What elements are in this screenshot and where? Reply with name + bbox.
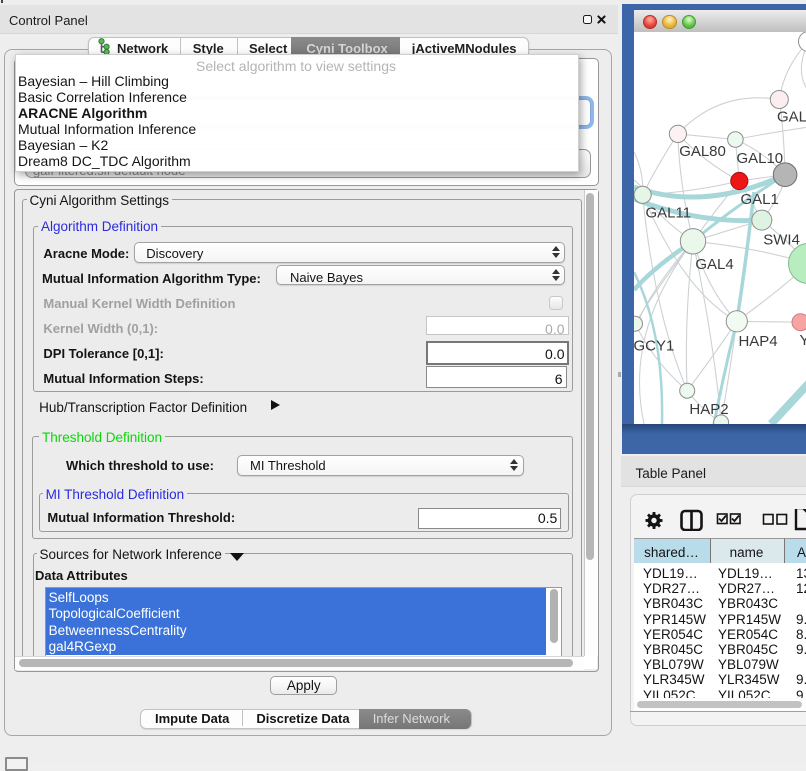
svg-text:GAL1: GAL1 <box>740 190 778 207</box>
svg-text:HAP4: HAP4 <box>738 332 777 349</box>
svg-text:GAL11: GAL11 <box>645 204 691 221</box>
svg-text:GAL7: GAL7 <box>776 108 806 125</box>
svg-text:SWI4: SWI4 <box>763 231 800 248</box>
svg-text:HAP2: HAP2 <box>689 400 728 417</box>
svg-text:GAL80: GAL80 <box>679 142 726 159</box>
svg-text:GAL4: GAL4 <box>695 255 733 272</box>
svg-text:Y: Y <box>799 331 806 348</box>
svg-text:GAL10: GAL10 <box>736 149 783 166</box>
svg-text:GCY1: GCY1 <box>634 337 674 354</box>
